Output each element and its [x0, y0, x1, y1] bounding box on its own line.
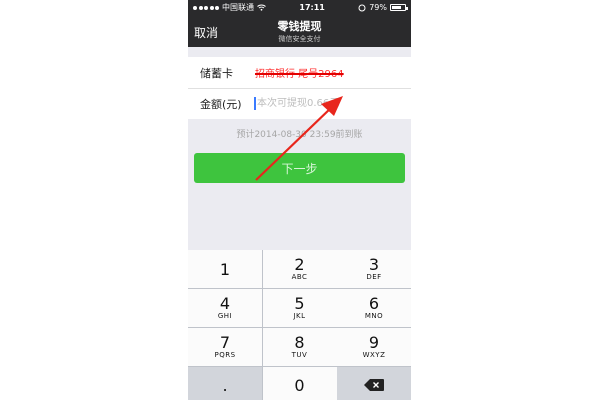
key-2[interactable]: 2 ABC [262, 250, 337, 288]
arrival-estimate: 预计2014-08-30 23:59前到账 [236, 130, 363, 140]
withdraw-form: 储蓄卡 招商银行 尾号2964 金额(元) [188, 57, 411, 119]
phone-screen: 中国联通 17:11 79% 取消 零钱提现 微信安全支付 储蓄卡 招商银行 尾… [188, 0, 411, 400]
lock-rotation-icon [358, 4, 366, 11]
numeric-keypad: 1 2 ABC 3 DEF 4 GHI 5 JKL 6 MNO 7 PQRS 8 TUV 9W… [188, 250, 411, 400]
status-bar: 中国联通 17:11 79% [188, 0, 411, 15]
card-label: 储蓄卡 [200, 66, 233, 80]
card-row[interactable]: 储蓄卡 招商银行 尾号2964 [188, 57, 411, 89]
page-subtitle: 微信安全支付 [278, 35, 321, 43]
signal-icon [193, 5, 219, 10]
key-3[interactable]: 3 DEF [337, 250, 411, 288]
key-7[interactable]: 7 PQRS [188, 328, 262, 366]
amount-row: 金额(元) [188, 88, 411, 119]
key-6[interactable]: 6 MNO [337, 289, 411, 327]
key-1[interactable]: 1 [188, 250, 262, 288]
next-step-button[interactable]: 下一步 [194, 153, 405, 183]
nav-bar: 取消 零钱提现 微信安全支付 [188, 15, 411, 47]
text-cursor [254, 97, 256, 110]
battery-percent: 79% [369, 3, 387, 12]
clock: 17:11 [299, 3, 325, 12]
battery-icon [390, 4, 408, 11]
amount-input[interactable] [257, 94, 397, 112]
carrier-label: 中国联通 [222, 3, 254, 12]
page-title: 零钱提现 [277, 20, 322, 33]
key-0[interactable]: 0 [262, 367, 337, 400]
key-delete[interactable] [337, 367, 411, 400]
amount-label: 金额(元) [200, 97, 242, 111]
key-5[interactable]: 5 JKL [262, 289, 337, 327]
key-4[interactable]: 4 GHI [188, 289, 262, 327]
key-decimal[interactable]: . [188, 367, 262, 400]
card-value: 招商银行 尾号2964 [255, 69, 344, 80]
wifi-icon [257, 4, 266, 11]
key-9[interactable]: 9 WXYZ [337, 328, 411, 366]
key-8[interactable]: 8 TUV [262, 328, 337, 366]
backspace-icon [364, 379, 384, 391]
